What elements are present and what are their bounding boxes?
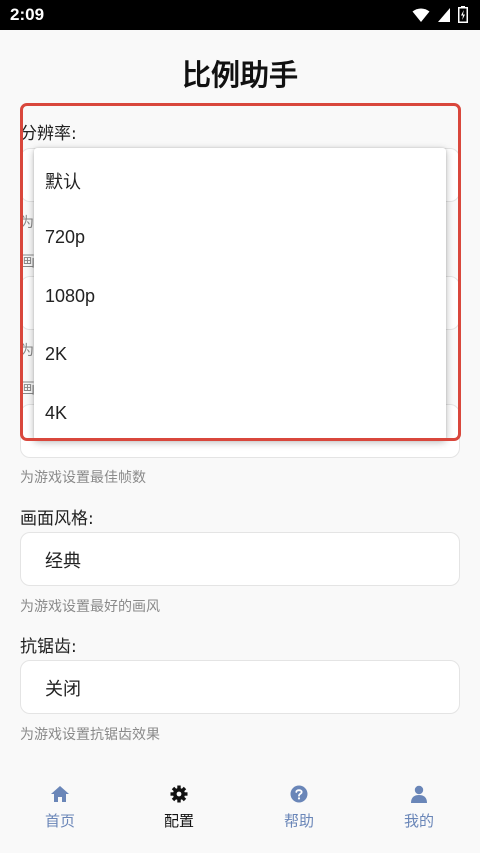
signal-icon — [438, 7, 450, 22]
nav-label-help: 帮助 — [283, 812, 314, 830]
home-icon — [51, 786, 69, 802]
nav-label-config: 配置 — [163, 812, 194, 830]
antialias-value: 关闭 — [45, 679, 81, 700]
nav-label-profile: 我的 — [403, 812, 434, 830]
antialias-hint: 为游戏设置抗锯齿效果 — [20, 727, 160, 743]
dropdown-option[interactable]: 1080p — [45, 286, 95, 307]
status-bar: 2:09 — [0, 0, 480, 30]
dropdown-option[interactable]: 720p — [45, 227, 85, 248]
help-icon — [290, 785, 308, 803]
dropdown-option[interactable]: 默认 — [45, 168, 81, 194]
quality-label-partial: 画 — [20, 252, 36, 270]
resolution-dropdown: 默认 720p 1080p 2K 4K — [34, 148, 446, 440]
user-icon — [411, 785, 427, 803]
style-select[interactable]: 经典 — [20, 532, 460, 586]
battery-icon — [458, 6, 468, 23]
style-hint: 为游戏设置最好的画风 — [20, 599, 160, 615]
nav-item-help[interactable]: 帮助 — [239, 784, 359, 831]
page-title: 比例助手 — [181, 58, 298, 92]
nav-item-home[interactable]: 首页 — [0, 784, 120, 831]
nav-item-config[interactable]: 配置 — [119, 784, 239, 831]
framerate-hint: 为游戏设置最佳帧数 — [20, 470, 146, 486]
gear-icon — [170, 785, 188, 803]
style-value: 经典 — [45, 551, 81, 572]
wifi-icon — [412, 8, 430, 22]
resolution-label: 分辨率: — [20, 124, 77, 144]
resolution-hint-partial: 为 — [20, 215, 34, 231]
status-time: 2:09 — [10, 5, 45, 24]
nav-item-profile[interactable]: 我的 — [359, 784, 479, 831]
nav-label-home: 首页 — [44, 812, 75, 830]
dropdown-option[interactable]: 2K — [45, 344, 67, 365]
dropdown-option[interactable]: 4K — [45, 403, 67, 424]
antialias-select[interactable]: 关闭 — [20, 660, 460, 714]
bottom-nav: 首页 配置 帮助 我的 — [0, 770, 480, 853]
framerate-label-partial: 画 — [20, 379, 36, 397]
style-label: 画面风格: — [20, 509, 94, 529]
quality-hint-partial: 为 — [20, 343, 34, 359]
antialias-label: 抗锯齿: — [20, 637, 77, 657]
status-icons — [412, 6, 468, 23]
